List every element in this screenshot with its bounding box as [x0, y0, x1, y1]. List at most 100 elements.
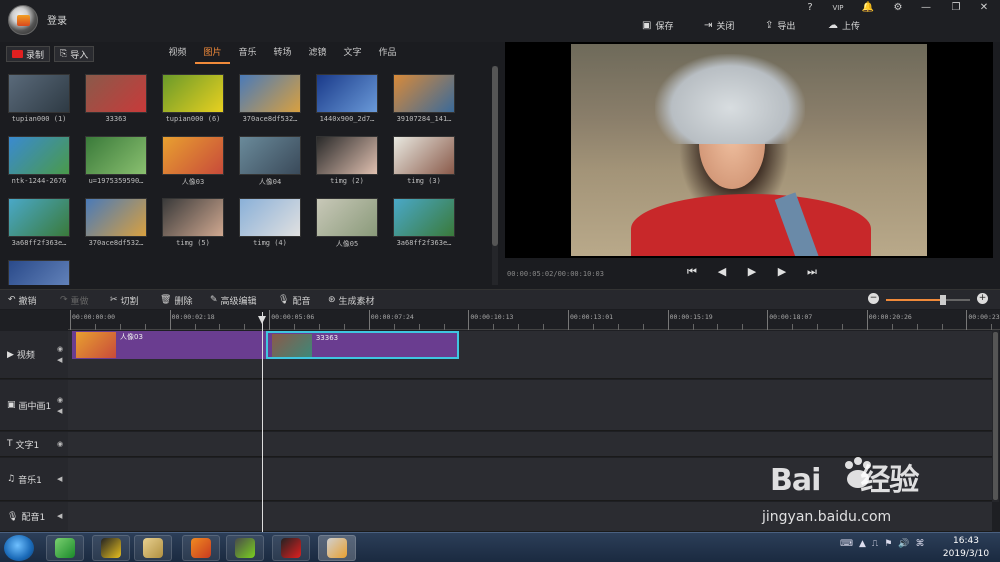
media-item[interactable]: u=1975359590… [83, 136, 149, 185]
keyboard-icon[interactable]: ⌨ [840, 539, 853, 549]
track-header-text[interactable]: T 文字1 ◉ [0, 432, 68, 457]
media-item[interactable]: 人像04 [237, 136, 303, 187]
import-button[interactable]: ⎘ 导入 [54, 46, 95, 62]
playhead-handle[interactable] [258, 316, 266, 324]
media-item[interactable] [6, 260, 72, 285]
media-item[interactable]: ntk-1244-2676 [6, 136, 72, 185]
media-scrollbar-thumb[interactable] [492, 66, 498, 246]
task-app-firefox[interactable] [182, 535, 220, 561]
tab-media-1[interactable]: 图片 [195, 46, 230, 64]
undo-button[interactable]: ↶ 撤销 [8, 293, 37, 307]
tab-media-2[interactable]: 音乐 [230, 46, 265, 64]
track-volume-icon[interactable]: ◀ [57, 407, 62, 415]
clip-thumbnail [76, 332, 116, 358]
track-lane-text[interactable] [68, 432, 992, 457]
tab-media-4[interactable]: 滤镜 [300, 46, 335, 64]
track-lane-video[interactable]: 人像03 33363 [68, 331, 992, 379]
zoom-slider-handle[interactable] [940, 295, 947, 305]
media-item[interactable]: tupian000 (1) [6, 74, 72, 123]
export-button[interactable]: ⇪ 导出 [765, 18, 795, 32]
step-back-icon[interactable]: ◀ [714, 264, 730, 280]
media-item[interactable]: 人像03 [160, 136, 226, 187]
tab-media-0[interactable]: 视频 [160, 46, 195, 64]
trash-button[interactable]: 🗑 删除 [160, 293, 192, 307]
microphone-button[interactable]: 🎙 配音 [278, 293, 310, 307]
visibility-eye-icon[interactable]: ◉ [57, 396, 63, 404]
close-window-button[interactable]: ✕ [976, 2, 992, 13]
timeline-scrollbar[interactable] [992, 330, 999, 502]
record-button[interactable]: 录制 [6, 46, 51, 62]
track-header-dubbing[interactable]: 🎙 配音1 ◀ [0, 502, 68, 532]
settings-gear-icon[interactable]: ⚙ [890, 2, 906, 13]
media-item[interactable]: timg (2) [314, 136, 380, 185]
input-method-icon[interactable]: ⌘ [916, 539, 925, 549]
timeline-scrollbar-thumb[interactable] [993, 332, 998, 500]
tab-media-5[interactable]: 文字 [335, 46, 370, 64]
timeline-clip[interactable]: 33363 [265, 331, 459, 359]
media-item[interactable]: 1440x900_2d7… [314, 74, 380, 123]
login-link[interactable]: 登录 [47, 12, 67, 27]
help-button[interactable]: ? [802, 2, 818, 13]
play-icon[interactable]: ▶ [744, 264, 760, 280]
minimize-button[interactable]: — [918, 2, 934, 13]
media-item[interactable]: 33363 [83, 74, 149, 123]
media-scrollbar[interactable] [492, 66, 498, 285]
task-app-editor[interactable] [318, 535, 356, 561]
track-lane-pip[interactable] [68, 380, 992, 431]
task-app-media[interactable] [226, 535, 264, 561]
pencil-button[interactable]: ✎ 高级编辑 [210, 293, 257, 307]
timeline-clip[interactable]: 人像03 [72, 331, 266, 359]
tray-expand-icon[interactable]: ▲ [859, 539, 866, 549]
start-button[interactable] [4, 535, 34, 561]
maximize-button[interactable]: ❐ [948, 2, 964, 13]
tab-media-6[interactable]: 作品 [370, 46, 405, 64]
track-label: 文字1 [15, 440, 40, 451]
task-app-360[interactable] [46, 535, 84, 561]
media-item[interactable]: tupian000 (6) [160, 74, 226, 123]
media-item[interactable]: 370ace8df532… [83, 198, 149, 247]
close-project-button[interactable]: ⇥ 关闭 [704, 18, 734, 32]
step-forward-icon[interactable]: ▶ [774, 264, 790, 280]
zoom-in-button[interactable]: + [977, 293, 988, 304]
media-caption: 3a68ff2f363e… [396, 239, 452, 247]
task-app-recorder[interactable] [272, 535, 310, 561]
media-item[interactable]: timg (4) [237, 198, 303, 247]
task-app-qq[interactable] [92, 535, 130, 561]
upload-button[interactable]: ☁ 上传 [828, 18, 860, 32]
film-reel-button[interactable]: ⊛ 生成素材 [328, 293, 375, 307]
track-header-video[interactable]: ▶ 视频 ◉ ◀ [0, 331, 68, 379]
media-item[interactable]: timg (5) [160, 198, 226, 247]
track-header-music[interactable]: ♫ 音乐1 ◀ [0, 458, 68, 501]
track-volume-icon[interactable]: ◀ [57, 356, 62, 364]
visibility-eye-icon[interactable]: ◉ [57, 440, 63, 448]
flag-icon[interactable]: ⚑ [884, 539, 892, 549]
vip-button[interactable]: VIP [830, 4, 846, 12]
media-item[interactable]: 人像05 [314, 198, 380, 249]
tab-media-3[interactable]: 转场 [265, 46, 300, 64]
notification-bell-icon[interactable]: 🔔 [860, 2, 876, 13]
timeline-ruler[interactable]: 00:00:00:00 00:00:02:18 00:00:05:06 00:00:0… [68, 310, 1000, 330]
track-header-pip[interactable]: ▣ 画中画1 ◉ ◀ [0, 380, 68, 431]
scissors-button[interactable]: ✂ 切割 [110, 293, 139, 307]
track-volume-icon[interactable]: ◀ [57, 475, 62, 483]
zoom-slider[interactable] [886, 295, 970, 305]
skip-start-icon[interactable]: ⏮ [684, 264, 700, 280]
media-item[interactable]: 39107284_141… [391, 74, 457, 123]
playhead[interactable] [262, 312, 263, 532]
skip-end-icon[interactable]: ⏭ [804, 264, 820, 280]
media-item[interactable]: timg (3) [391, 136, 457, 185]
visibility-eye-icon[interactable]: ◉ [57, 345, 63, 353]
track-volume-icon[interactable]: ◀ [57, 512, 62, 520]
save-button[interactable]: ▣ 保存 [642, 18, 673, 32]
network-icon[interactable]: ⎍ [872, 539, 878, 549]
media-item[interactable]: 3a68ff2f363e… [391, 198, 457, 247]
redo-button[interactable]: ↷ 重做 [60, 293, 89, 307]
ruler-major-tick [966, 310, 968, 330]
media-item[interactable]: 370ace8df532… [237, 74, 303, 123]
task-app-explorer[interactable] [134, 535, 172, 561]
volume-icon[interactable]: 🔊 [898, 539, 909, 549]
clock[interactable]: 16:43 2019/3/10 [936, 535, 996, 561]
media-item[interactable]: 3a68ff2f363e… [6, 198, 72, 247]
zoom-out-button[interactable]: − [868, 293, 879, 304]
ruler-minor-tick [817, 324, 818, 330]
